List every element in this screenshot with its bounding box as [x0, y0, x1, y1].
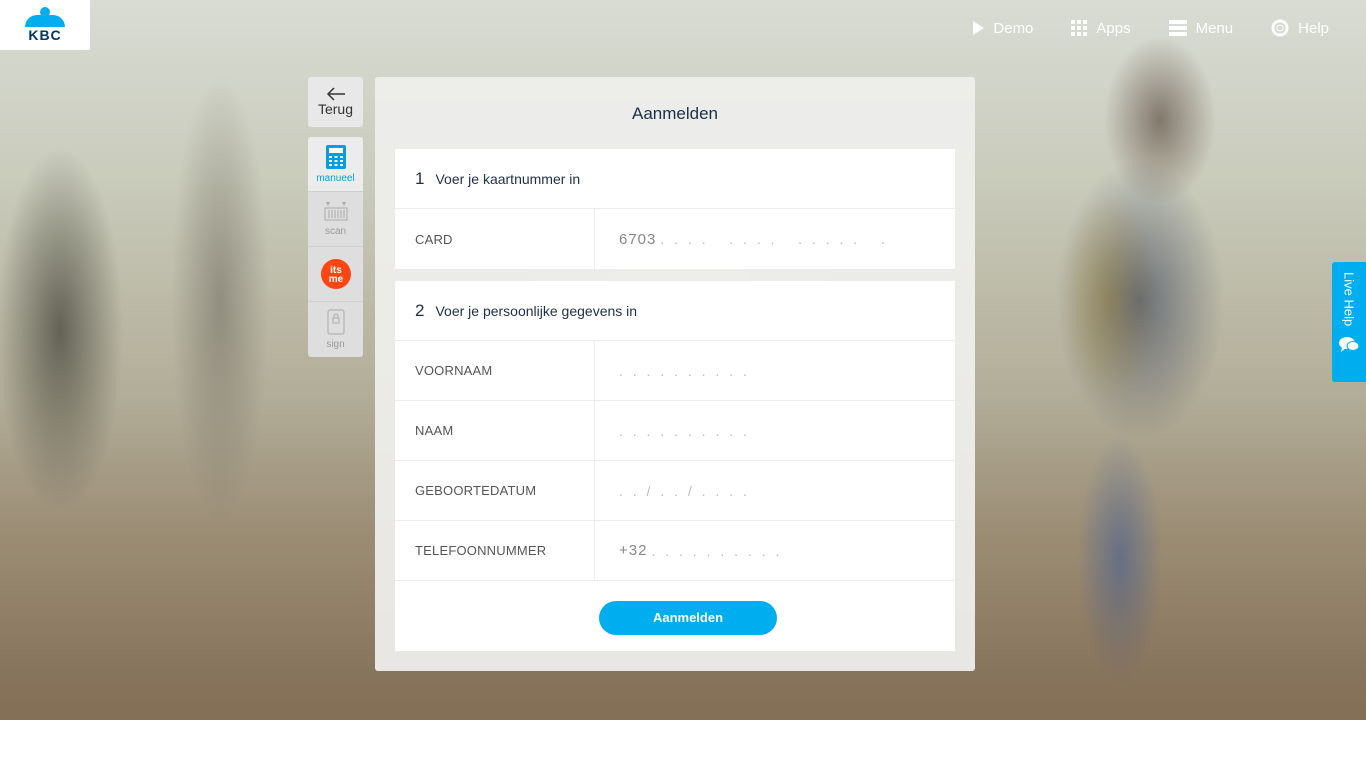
- method-manueel[interactable]: manueel: [308, 137, 363, 192]
- back-label: Terug: [317, 101, 354, 117]
- method-scan-label: scan: [324, 225, 347, 237]
- step-2-number: 2: [415, 300, 425, 320]
- geboortedatum-row: GEBOORTEDATUM . . / . . / . . . .: [395, 461, 955, 521]
- card-row: CARD 6703 . . . . . . . . . . . . . .: [395, 209, 955, 269]
- card-placeholder: . . . . . . . . . . . . . .: [660, 231, 888, 247]
- itsme-icon: its me: [320, 259, 351, 289]
- aanmelden-button[interactable]: Aanmelden: [599, 601, 777, 635]
- top-navigation: Demo Apps Menu Help: [972, 0, 1366, 56]
- logo-text: KBC: [28, 27, 62, 43]
- naam-placeholder: . . . . . . . . . .: [619, 422, 750, 439]
- geboortedatum-placeholder: . . / . . / . . . .: [619, 482, 750, 499]
- login-methods: manueel scan its me sign: [308, 137, 363, 357]
- voornaam-label: VOORNAAM: [395, 341, 595, 400]
- step-1-header: 1 Voer je kaartnummer in: [395, 149, 955, 209]
- back-button[interactable]: Terug: [308, 77, 363, 127]
- play-icon: [972, 21, 985, 35]
- personal-details-section: 2 Voer je persoonlijke gegevens in VOORN…: [395, 281, 955, 651]
- step-2-label: Voer je persoonlijke gegevens in: [435, 302, 638, 319]
- step-2-header: 2 Voer je persoonlijke gegevens in: [395, 281, 955, 341]
- menu-icon: [1168, 20, 1187, 36]
- card-number-section: 1 Voer je kaartnummer in CARD 6703 . . .…: [395, 149, 955, 269]
- step-1-label: Voer je kaartnummer in: [435, 170, 581, 187]
- login-method-sidebar: Terug manueel scan its me sign: [308, 77, 363, 357]
- geboortedatum-input[interactable]: . . / . . / . . . .: [595, 461, 955, 520]
- nav-demo[interactable]: Demo: [972, 20, 1033, 37]
- telefoonnummer-row: TELEFOONNUMMER +32 . . . . . . . . . .: [395, 521, 955, 581]
- card-label: CARD: [395, 209, 595, 269]
- telefoonnummer-placeholder: . . . . . . . . . .: [651, 542, 783, 559]
- chat-icon: [1339, 337, 1360, 353]
- nav-demo-label: Demo: [993, 19, 1034, 37]
- page-title: Aanmelden: [631, 104, 718, 123]
- kbc-logo-icon: [23, 7, 67, 27]
- calculator-icon: [325, 144, 346, 169]
- live-help-label: Live Help: [1341, 272, 1357, 327]
- grid-icon: [1071, 20, 1088, 36]
- telefoonnummer-input[interactable]: +32 . . . . . . . . . .: [595, 521, 955, 580]
- voornaam-input[interactable]: . . . . . . . . . .: [595, 341, 955, 400]
- voornaam-row: VOORNAAM . . . . . . . . . .: [395, 341, 955, 401]
- nav-menu[interactable]: Menu: [1168, 19, 1234, 37]
- lifebuoy-icon: [1271, 19, 1289, 37]
- method-manueel-label: manueel: [316, 172, 355, 184]
- nav-menu-label: Menu: [1195, 19, 1234, 37]
- sign-device-icon: [327, 309, 344, 335]
- nav-help-label: Help: [1298, 19, 1329, 37]
- naam-label: NAAM: [395, 401, 595, 460]
- svg-text:me: me: [328, 274, 343, 285]
- phone-prefix: +32: [619, 542, 648, 559]
- telefoonnummer-label: TELEFOONNUMMER: [395, 521, 595, 580]
- method-sign-label: sign: [326, 339, 345, 350]
- step-1-number: 1: [415, 168, 425, 188]
- nav-help[interactable]: Help: [1271, 19, 1329, 37]
- naam-row: NAAM . . . . . . . . . .: [395, 401, 955, 461]
- nav-apps[interactable]: Apps: [1071, 19, 1131, 37]
- geboortedatum-label: GEBOORTEDATUM: [395, 461, 595, 520]
- naam-input[interactable]: . . . . . . . . . .: [595, 401, 955, 460]
- live-help-tab[interactable]: Live Help: [1332, 262, 1366, 382]
- card-reader-icon: [324, 201, 347, 220]
- kbc-logo[interactable]: KBC: [0, 0, 90, 50]
- card-prefix: 6703: [619, 230, 657, 248]
- arrow-left-icon: [326, 87, 345, 101]
- method-itsme[interactable]: its me: [308, 247, 363, 302]
- login-panel: Aanmelden 1 Voer je kaartnummer in CARD …: [375, 77, 975, 671]
- nav-apps-label: Apps: [1096, 19, 1131, 37]
- card-number-input[interactable]: 6703 . . . . . . . . . . . . . .: [595, 209, 955, 269]
- method-sign[interactable]: sign: [308, 302, 363, 357]
- voornaam-placeholder: . . . . . . . . . .: [619, 362, 750, 379]
- method-scan[interactable]: scan: [308, 192, 363, 247]
